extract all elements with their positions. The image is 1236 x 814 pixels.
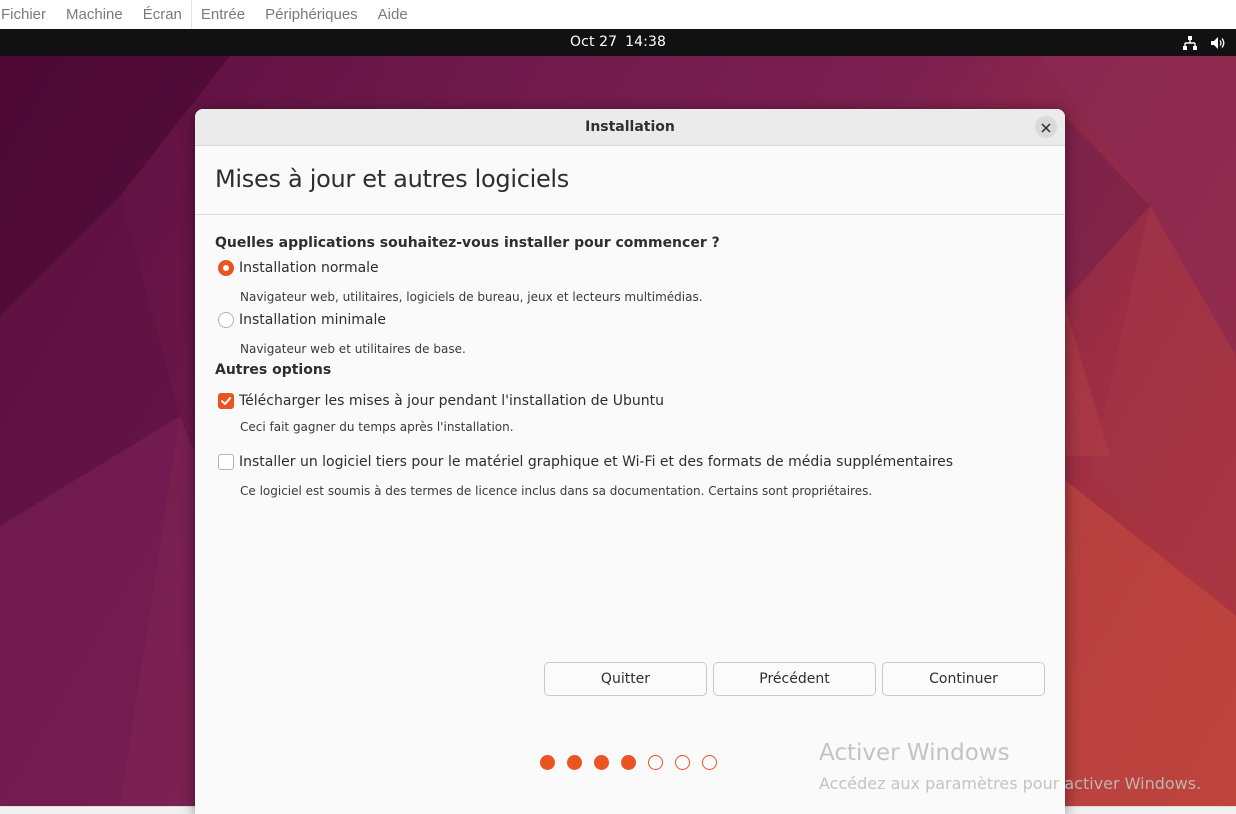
window-titlebar[interactable]: Installation [195, 109, 1065, 146]
checkbox[interactable] [218, 454, 234, 470]
option-description: Ce logiciel est soumis à des termes de l… [240, 484, 873, 498]
step-progress [540, 755, 717, 770]
close-button[interactable] [1035, 116, 1057, 138]
back-button[interactable]: Précédent [713, 662, 876, 696]
page-heading: Mises à jour et autres logiciels [215, 165, 569, 193]
checkbox-label: Télécharger les mises à jour pendant l'i… [239, 393, 664, 409]
radio-label: Installation normale [239, 260, 379, 276]
radio-normal-installation[interactable]: Installation normale [218, 260, 379, 276]
option-description: Navigateur web et utilitaires de base. [240, 342, 466, 356]
checkbox-label: Installer un logiciel tiers pour le maté… [239, 454, 954, 470]
option-description: Navigateur web, utilitaires, logiciels d… [240, 290, 703, 304]
menu-peripheriques[interactable]: Périphériques [255, 0, 368, 29]
system-tray[interactable] [1182, 32, 1226, 54]
progress-dot-completed [594, 755, 609, 770]
progress-dot-completed [621, 755, 636, 770]
progress-dot-pending [702, 755, 717, 770]
radio-minimal-installation[interactable]: Installation minimale [218, 312, 386, 328]
network-icon[interactable] [1182, 35, 1198, 51]
quit-button[interactable]: Quitter [544, 662, 707, 696]
installer-window: Installation Mises à jour et autres logi… [195, 109, 1065, 814]
clock[interactable]: Oct 27 14:38 [0, 29, 1236, 55]
other-options-label: Autres options [215, 362, 332, 378]
gnome-top-bar: Oct 27 14:38 [0, 29, 1236, 56]
menu-aide[interactable]: Aide [368, 0, 418, 29]
menu-entree[interactable]: Entrée [191, 0, 255, 29]
clock-date: Oct 27 [570, 34, 618, 50]
progress-dot-pending [648, 755, 663, 770]
radio-label: Installation minimale [239, 312, 386, 328]
close-icon [1041, 118, 1051, 137]
progress-dot-pending [675, 755, 690, 770]
question-label: Quelles applications souhaitez-vous inst… [215, 235, 720, 251]
option-description: Ceci fait gagner du temps après l'instal… [240, 420, 514, 434]
checkbox-third-party-software[interactable]: Installer un logiciel tiers pour le maté… [218, 454, 953, 470]
progress-dot-completed [567, 755, 582, 770]
menu-ecran[interactable]: Écran [133, 0, 192, 29]
menu-fichier[interactable]: Fichier [0, 0, 56, 29]
vbox-menubar: Fichier Machine Écran Entrée Périphériqu… [0, 0, 1236, 29]
clock-time: 14:38 [625, 34, 666, 50]
radio-button-selected[interactable] [218, 260, 234, 276]
progress-dot-completed [540, 755, 555, 770]
volume-icon[interactable] [1210, 35, 1226, 51]
checkmark-icon [220, 392, 232, 411]
continue-button[interactable]: Continuer [882, 662, 1045, 696]
menu-machine[interactable]: Machine [56, 0, 133, 29]
radio-button[interactable] [218, 312, 234, 328]
heading-divider [195, 214, 1065, 215]
checkbox-checked[interactable] [218, 393, 234, 409]
checkbox-download-updates[interactable]: Télécharger les mises à jour pendant l'i… [218, 393, 664, 409]
window-title: Installation [585, 119, 675, 135]
